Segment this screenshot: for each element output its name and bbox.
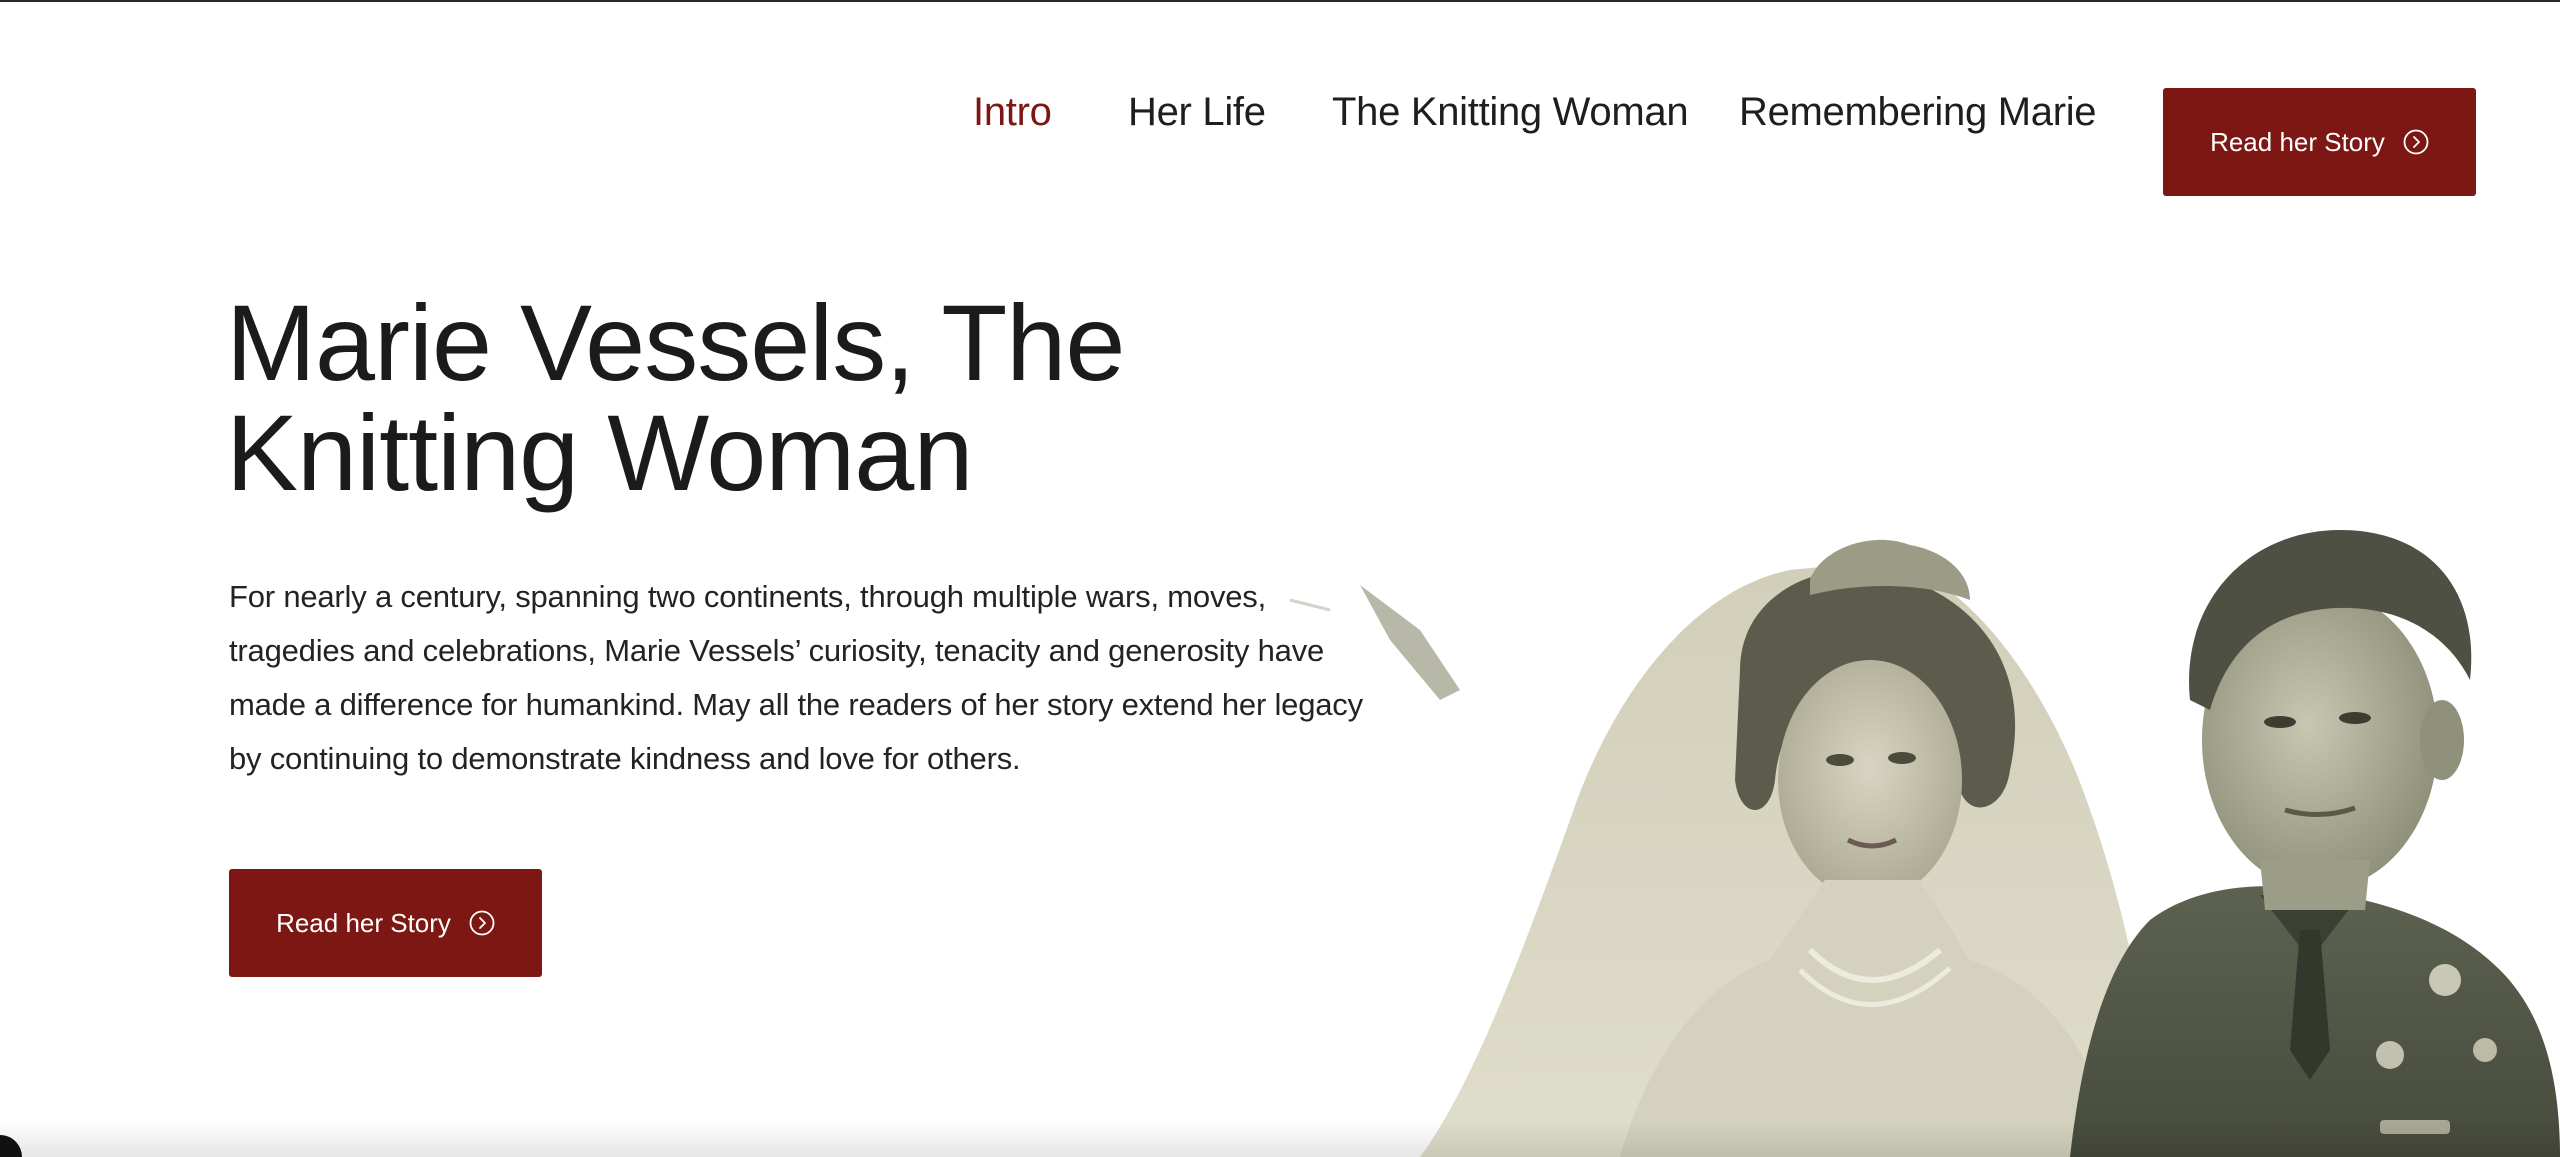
- main-nav: Intro Her Life The Knitting Woman Rememb…: [0, 0, 2560, 200]
- page-title: Marie Vessels, The Knitting Woman: [226, 288, 1326, 508]
- arrow-circle-right-icon: [469, 910, 495, 936]
- read-her-story-nav-button[interactable]: Read her Story: [2163, 88, 2476, 196]
- page-title-line-2: Knitting Woman: [226, 392, 973, 513]
- nav-link-her-life[interactable]: Her Life: [1128, 84, 1266, 140]
- nav-link-the-knitting-woman[interactable]: The Knitting Woman: [1332, 84, 1689, 140]
- hero-description: For nearly a century, spanning two conti…: [229, 579, 1363, 776]
- arrow-circle-right-icon: [2403, 129, 2429, 155]
- window-corner: [0, 1135, 22, 1157]
- nav-link-remembering-marie[interactable]: Remembering Marie: [1739, 84, 2097, 140]
- read-her-story-hero-button[interactable]: Read her Story: [229, 869, 542, 977]
- read-her-story-hero-label: Read her Story: [276, 907, 451, 938]
- read-her-story-nav-label: Read her Story: [2210, 126, 2385, 157]
- nav-link-intro[interactable]: Intro: [973, 84, 1052, 140]
- hero-couple-photo: [1289, 530, 2560, 1157]
- page-title-line-1: Marie Vessels, The: [226, 282, 1125, 403]
